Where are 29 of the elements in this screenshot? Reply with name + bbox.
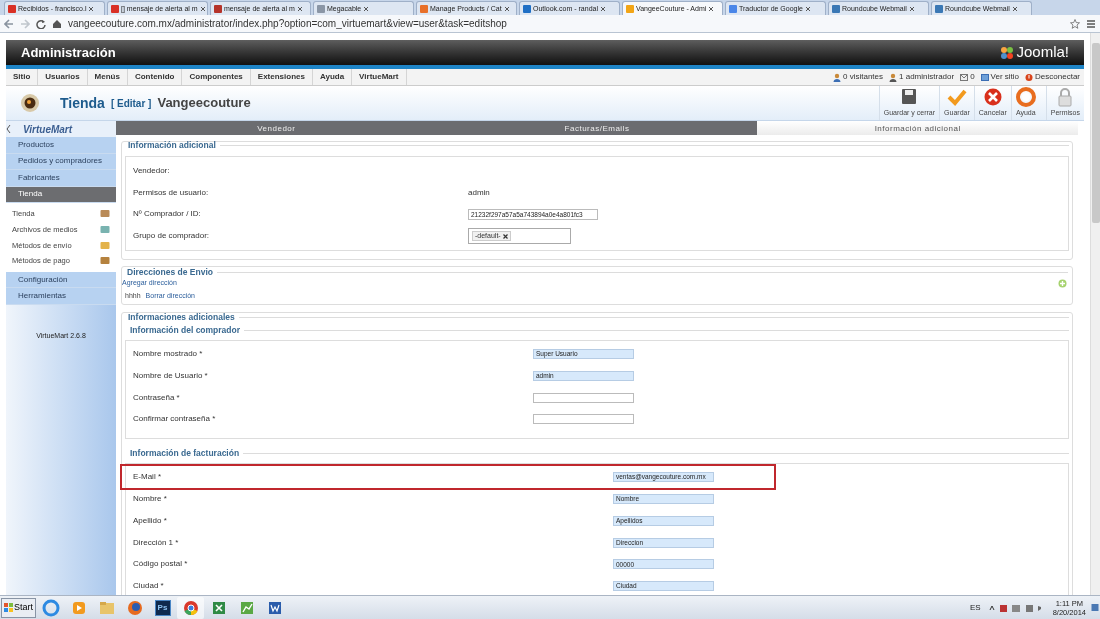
field-label: Ciudad * — [133, 580, 165, 593]
field-label: Vendedor: — [133, 164, 171, 177]
section-title: Información de facturación — [130, 447, 240, 460]
field-label: Confirmar contraseña * — [133, 413, 217, 426]
field-label: Código postal * — [133, 558, 189, 571]
page-subtitle: [ Editar ] — [110, 96, 152, 111]
field-label: Nombre mostrado * — [133, 348, 204, 361]
section-title: Información adicional — [128, 139, 216, 152]
section-title: Direcciones de Envio — [127, 265, 213, 279]
section-title: Informaciones adicionales — [128, 310, 235, 324]
field-label: Apellido * — [133, 514, 168, 527]
field-label: E-Mail * — [133, 471, 162, 484]
field-label: Nombre de Usuario * — [133, 369, 209, 382]
virtuemart-logo: VirtueMart — [23, 122, 73, 137]
field-label: Nº Comprador / ID: — [133, 208, 202, 221]
field-label: Contraseña * — [133, 391, 181, 404]
status-text: 0 — [970, 71, 975, 83]
store-name: Vangeecouture — [157, 94, 251, 113]
admin-title: Administración — [21, 43, 116, 62]
field-label: Dirección 1 * — [133, 536, 180, 549]
field-label: Grupo de comprador: — [133, 230, 211, 243]
field-label: Nombre * — [133, 493, 168, 506]
field-label: Permisos de usuario: — [133, 186, 210, 199]
status-text: 0 visitantes — [843, 71, 883, 83]
status-text: 1 administrador — [899, 71, 955, 83]
section-title: Información del comprador — [130, 323, 241, 337]
field-value: admin — [468, 186, 490, 199]
page-title: Tienda — [60, 93, 105, 113]
joomla-logo: Joomla! — [1016, 42, 1069, 63]
